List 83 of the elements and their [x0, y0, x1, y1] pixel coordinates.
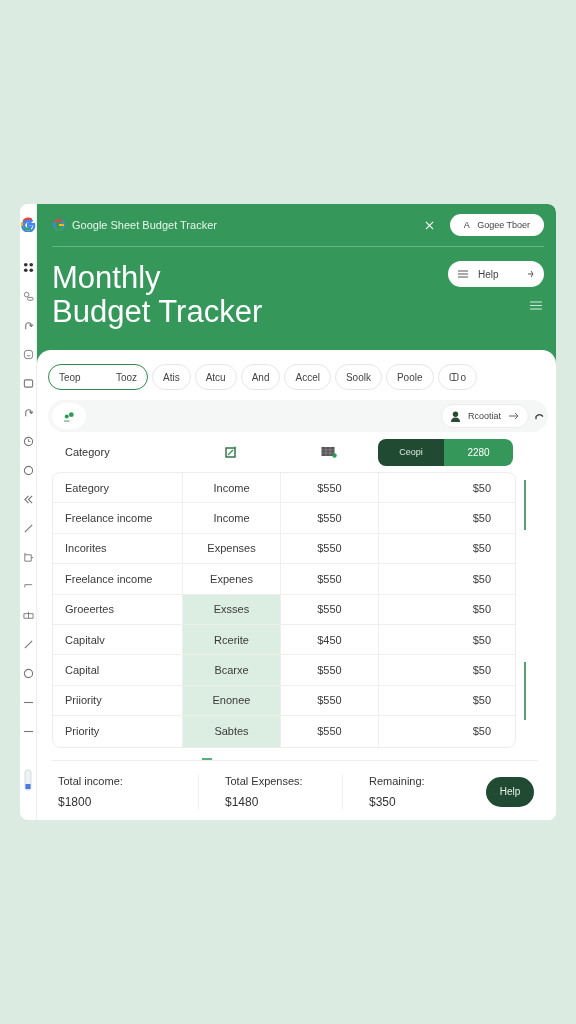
app-title: Google Sheet Budget Tracker [72, 219, 218, 231]
apps-icon[interactable] [22, 262, 34, 273]
menu-icon [458, 270, 468, 278]
table-cell-text: $50 [471, 693, 492, 709]
person-icon [450, 410, 460, 422]
filter-chip[interactable]: Teop Tooz [48, 364, 148, 390]
table-cell: $450 [281, 624, 379, 655]
filter-chip[interactable]: Soolk [334, 364, 382, 390]
help-button[interactable]: Help [486, 776, 534, 807]
table-cell: Expenses [183, 533, 281, 564]
column-header: Category [64, 446, 111, 458]
table-cell: $550 [281, 685, 379, 716]
table-cell-text: $50 [471, 602, 492, 618]
filter-chip[interactable]: Atis [152, 364, 191, 390]
account-button[interactable]: A Gogee Tboer [449, 214, 544, 236]
total-value: $1480 [225, 794, 260, 809]
scrollbar-thumb[interactable] [524, 662, 526, 720]
arrow-icon [509, 412, 519, 420]
table-cell: Incorites [53, 533, 183, 564]
clock-icon[interactable] [22, 436, 34, 447]
table-icon[interactable] [321, 446, 337, 458]
report-button[interactable]: Rcootiat [440, 404, 529, 428]
total-label: Remaining: [369, 774, 426, 787]
filter-chip[interactable]: Accel [284, 364, 331, 390]
table-cell: Eategory [53, 473, 183, 503]
table-cell: Freelance income [53, 564, 183, 594]
table-cell: Bcarxe [183, 655, 281, 685]
filter-chip[interactable]: And [240, 364, 281, 390]
table-cell: Sabtes [183, 716, 281, 747]
table-cell-text: $50 [471, 663, 492, 679]
google-logo-icon [20, 216, 36, 232]
redo-icon[interactable] [22, 320, 34, 331]
people-icon[interactable] [22, 291, 34, 302]
filter-chip[interactable]: Atcu [194, 364, 237, 390]
table-cell-text: $50 [471, 632, 492, 648]
add-people-button[interactable] [52, 403, 86, 429]
help-button[interactable]: Help [448, 261, 544, 287]
frame-icon[interactable] [22, 552, 34, 563]
table-cell: $550 [281, 594, 379, 624]
table-cell-text: $50 [471, 724, 492, 740]
diagonal-line-icon[interactable] [22, 639, 34, 650]
table-cell: $550 [281, 655, 379, 685]
table-cell: $550 [281, 473, 379, 503]
total-label: Total income: [58, 774, 124, 787]
menu-icon[interactable] [530, 301, 542, 310]
total-value: $350 [369, 794, 397, 809]
table-cell-text: $50 [471, 571, 492, 587]
table-cell: Enonee [183, 685, 281, 716]
table-cell: Rcerite [183, 624, 281, 655]
people-icon [62, 410, 76, 422]
table-cell: $550 [281, 503, 379, 533]
scroll-indicator [202, 757, 212, 760]
table-cell-text: $50 [471, 541, 492, 557]
total-value: $1800 [58, 794, 93, 809]
table-cell: Income [183, 473, 281, 503]
diagonal-line-icon[interactable] [22, 523, 34, 534]
scrollbar-thumb[interactable] [524, 480, 526, 530]
table-cell: Expenes [183, 564, 281, 594]
circle-icon[interactable] [22, 668, 34, 679]
table-cell: Income [183, 503, 281, 533]
close-icon[interactable] [424, 220, 434, 230]
chevrons-icon[interactable] [22, 494, 34, 505]
arrow-icon [526, 270, 534, 278]
total-label: Total Expenses: [225, 774, 304, 787]
smile-icon[interactable] [22, 349, 34, 360]
table-cell: Exsses [183, 594, 281, 624]
filter-chip[interactable]: Poole [385, 364, 434, 390]
square-icon[interactable] [22, 378, 34, 389]
circle-icon[interactable] [22, 465, 34, 476]
chart-icon[interactable] [225, 446, 237, 458]
table-cell: $550 [281, 533, 379, 564]
table-cell-text: $50 [471, 511, 492, 527]
table-cell: $550 [281, 716, 379, 747]
table-cell: Freelance income [53, 503, 183, 533]
table-cell-text: $50 [471, 480, 492, 496]
table-cell: $550 [281, 564, 379, 594]
page-title: Monthly Budget Tracker [52, 261, 263, 329]
columns-icon [448, 372, 459, 382]
segment-label[interactable]: Ceopi [378, 438, 444, 466]
filter-chip[interactable]: o [437, 364, 478, 390]
google-logo-icon [52, 218, 66, 232]
battery-icon [24, 769, 32, 791]
segment-value[interactable]: 2280 [444, 438, 513, 466]
